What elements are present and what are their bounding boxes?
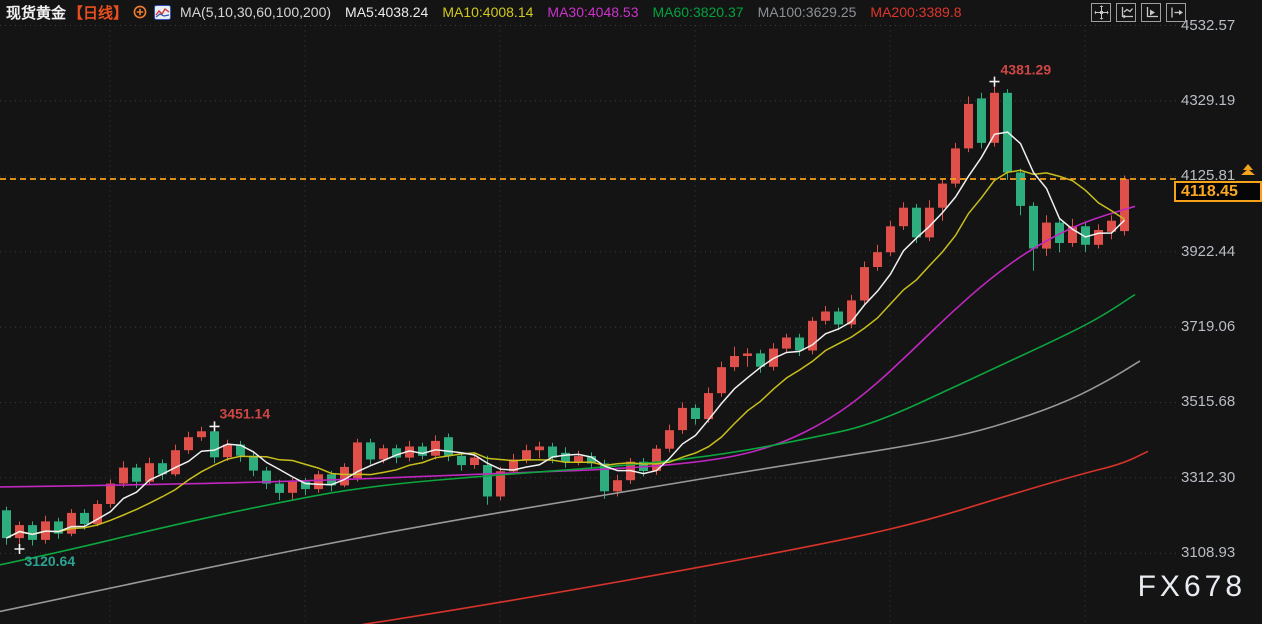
svg-text:3120.64: 3120.64 [25, 553, 76, 569]
collapse-right-icon[interactable] [1166, 3, 1186, 22]
ma-overlay-layer [0, 132, 1148, 624]
chart-window: 4381.29 3451.14 3120.64 现货黄金 【日线】 MA(5,10,… [0, 0, 1262, 624]
candlestick-chart-canvas[interactable]: 4381.29 3451.14 3120.64 [0, 0, 1262, 624]
price-axis-label: 3515.68 [1181, 393, 1235, 410]
period-label: 【日线】 [68, 2, 128, 23]
price-axis-label: 3719.06 [1181, 318, 1235, 335]
axis-scale-left-icon[interactable] [1116, 3, 1136, 22]
ma10-value: MA10:4008.14 [442, 4, 533, 20]
ma60-value: MA60:3820.37 [652, 4, 743, 20]
mini-chart-icon[interactable] [154, 5, 171, 20]
svg-text:4381.29: 4381.29 [1001, 62, 1052, 78]
ma100-value: MA100:3629.25 [758, 4, 857, 20]
price-axis-label: 3108.93 [1181, 544, 1235, 561]
circle-plus-icon[interactable] [133, 5, 147, 19]
pan-tool-icon[interactable] [1091, 3, 1111, 22]
svg-text:3451.14: 3451.14 [220, 405, 271, 421]
ma-group-label: MA(5,10,30,60,100,200) [180, 4, 331, 20]
candles-layer [2, 82, 1129, 549]
watermark-logo: FX678 [1138, 570, 1246, 604]
symbol-title: 现货黄金 [6, 2, 66, 23]
ma30-value: MA30:4048.53 [547, 4, 638, 20]
axis-play-icon[interactable] [1141, 3, 1161, 22]
grid-layer [0, 26, 1176, 624]
chart-toolbar [1091, 3, 1186, 22]
ma200-value: MA200:3389.8 [870, 4, 961, 20]
chart-header: 现货黄金 【日线】 MA(5,10,30,60,100,200) MA5:403… [0, 0, 1262, 24]
current-price-tag: 4118.45 [1174, 181, 1262, 202]
price-axis-label: 3312.30 [1181, 469, 1235, 486]
ma5-value: MA5:4038.24 [345, 4, 428, 20]
price-up-arrow-icon [1240, 164, 1256, 178]
price-axis-label: 4329.19 [1181, 92, 1235, 109]
price-axis-label: 3922.44 [1181, 243, 1235, 260]
